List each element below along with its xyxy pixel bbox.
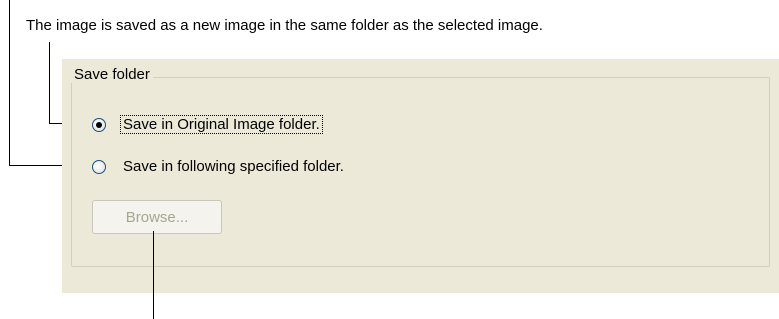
radio-specified-folder[interactable]: Save in following specified folder. — [92, 158, 346, 175]
radio-button-unselected[interactable] — [92, 159, 106, 174]
callout-line-left-vertical — [9, 0, 10, 166]
browse-button[interactable]: Browse... — [92, 200, 222, 234]
callout-line-browse — [153, 231, 154, 319]
radio-button-selected[interactable] — [92, 117, 106, 132]
radio-specified-folder-label[interactable]: Save in following specified folder. — [121, 158, 346, 175]
radio-original-folder[interactable]: Save in Original Image folder. — [92, 115, 323, 134]
save-folder-title: Save folder — [71, 66, 153, 83]
annotation-text: The image is saved as a new image in the… — [26, 17, 543, 34]
callout-line-mid-vertical — [49, 42, 50, 124]
dialog-panel: Save folder Save in Original Image folde… — [62, 59, 779, 293]
radio-original-folder-label[interactable]: Save in Original Image folder. — [120, 115, 323, 134]
radio-selected-dot — [96, 121, 102, 128]
